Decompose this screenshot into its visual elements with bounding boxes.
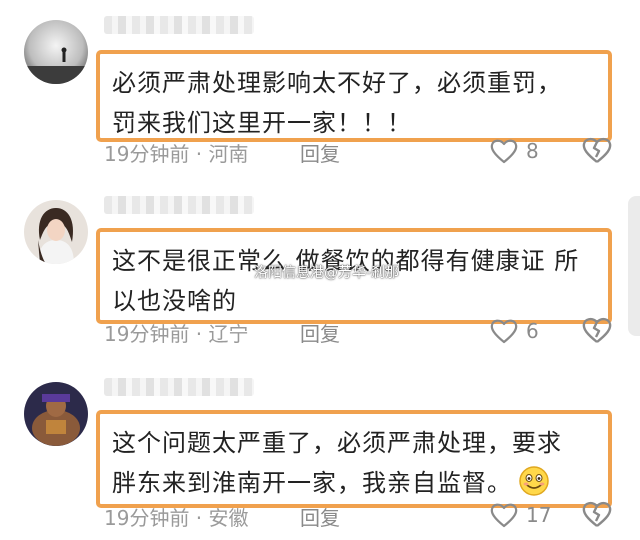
dislike-button[interactable] <box>582 136 612 169</box>
broken-heart-icon <box>582 501 612 527</box>
reply-button[interactable]: 回复 <box>300 138 340 167</box>
like-count: 6 <box>526 319 539 343</box>
avatar[interactable] <box>24 382 88 446</box>
avatar[interactable] <box>24 200 88 264</box>
comment-time-location: 19分钟前 · 辽宁 <box>104 322 249 346</box>
comment-time-location: 19分钟前 · 河南 <box>104 142 249 166</box>
scrollbar[interactable] <box>628 196 640 336</box>
comment-time-location: 19分钟前 · 安徽 <box>104 506 249 530</box>
reply-button[interactable]: 回复 <box>300 318 340 347</box>
broken-heart-icon <box>582 137 612 163</box>
like-button[interactable]: 17 <box>490 502 551 528</box>
like-count: 17 <box>526 503 552 527</box>
comment-text-box: 必须严肃处理影响太不好了，必须重罚， 罚来我们这里开一家！！！ <box>96 50 612 142</box>
comment-text-box: 这个问题太严重了，必须严肃处理，要求 胖东来到淮南开一家，我亲自监督。 <box>96 410 612 508</box>
smile-emoji-icon <box>519 466 549 496</box>
username-blurred[interactable] <box>104 378 254 396</box>
reply-button[interactable]: 回复 <box>300 502 340 531</box>
dislike-button[interactable] <box>582 500 612 533</box>
comment-text-line: 以也没啥的 <box>112 287 237 315</box>
comment-text-line: 胖东来到淮南开一家，我亲自监督。 <box>112 463 594 503</box>
comment-meta: 19分钟前 · 河南 回复 8 <box>104 136 624 169</box>
comment-text-line: 必须严肃处理影响太不好了，必须重罚， <box>112 69 562 97</box>
comment-meta: 19分钟前 · 安徽 回复 17 <box>104 500 624 533</box>
heart-icon <box>490 503 518 528</box>
like-count: 8 <box>526 139 539 163</box>
username-blurred[interactable] <box>104 16 254 34</box>
avatar[interactable] <box>24 20 88 84</box>
like-button[interactable]: 8 <box>490 138 539 164</box>
comment-meta: 19分钟前 · 辽宁 回复 6 <box>104 316 624 349</box>
like-button[interactable]: 6 <box>490 318 539 344</box>
broken-heart-icon <box>582 317 612 343</box>
comment-text-line: 罚来我们这里开一家！！！ <box>112 109 412 137</box>
dislike-button[interactable] <box>582 316 612 349</box>
username-blurred[interactable] <box>104 196 254 214</box>
watermark-text: 洛阳信息港@芳华-剎那 <box>254 265 400 281</box>
heart-icon <box>490 319 518 344</box>
heart-icon <box>490 139 518 164</box>
comment-text-line: 这个问题太严重了，必须严肃处理，要求 <box>112 429 562 457</box>
